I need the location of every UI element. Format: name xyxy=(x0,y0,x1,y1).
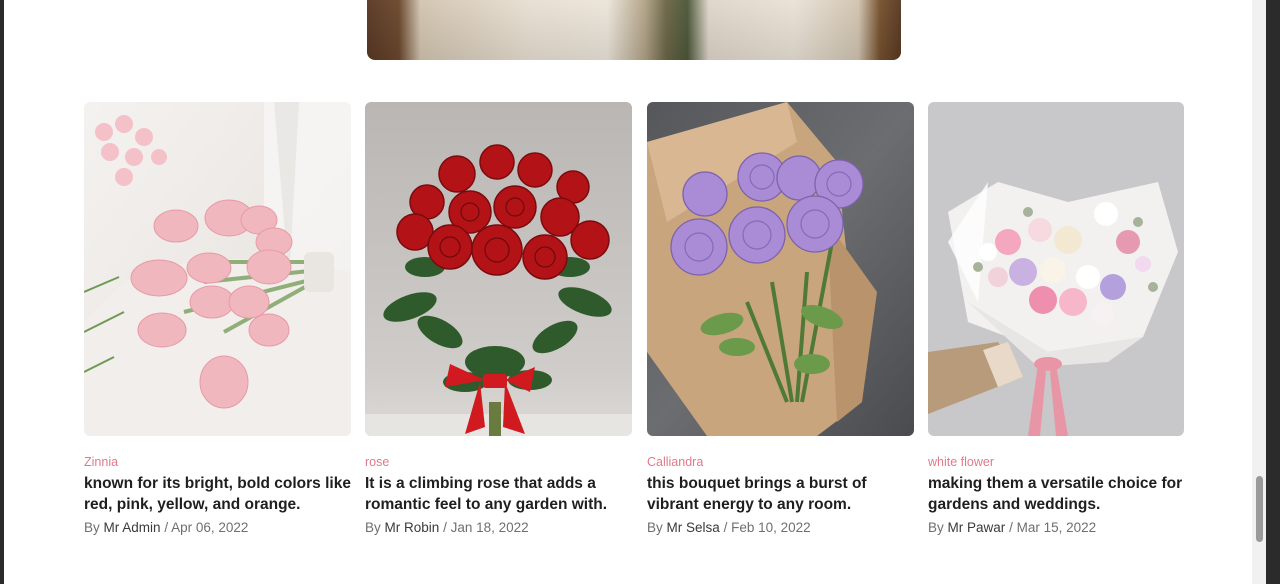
blog-post-card[interactable]: Zinnia known for its bright, bold colors… xyxy=(84,102,351,535)
post-title[interactable]: this bouquet brings a burst of vibrant e… xyxy=(647,473,917,515)
page-viewport: Zinnia known for its bright, bold colors… xyxy=(4,0,1266,584)
post-image-red-roses[interactable] xyxy=(365,102,632,436)
post-title[interactable]: known for its bright, bold colors like r… xyxy=(84,473,354,515)
post-meta: By Mr Pawar / Mar 15, 2022 xyxy=(928,520,1184,535)
post-by-label: By xyxy=(647,520,663,535)
scrollbar-thumb[interactable] xyxy=(1256,476,1263,542)
post-date: Apr 06, 2022 xyxy=(171,520,249,535)
meta-separator: / xyxy=(1009,520,1017,535)
post-meta: By Mr Robin / Jan 18, 2022 xyxy=(365,520,632,535)
post-title[interactable]: making them a versatile choice for garde… xyxy=(928,473,1184,515)
post-author[interactable]: Mr Admin xyxy=(104,520,161,535)
post-image-pink-tulips[interactable] xyxy=(84,102,351,436)
post-date: Mar 15, 2022 xyxy=(1016,520,1097,535)
post-meta: By Mr Admin / Apr 06, 2022 xyxy=(84,520,351,535)
blog-post-card[interactable]: white flower making them a versatile cho… xyxy=(928,102,1184,535)
post-by-label: By xyxy=(365,520,381,535)
post-by-label: By xyxy=(84,520,100,535)
meta-separator: / xyxy=(443,520,451,535)
blog-post-grid: Zinnia known for its bright, bold colors… xyxy=(84,102,1184,542)
post-date: Jan 18, 2022 xyxy=(450,520,529,535)
post-date: Feb 10, 2022 xyxy=(731,520,811,535)
vertical-scrollbar[interactable] xyxy=(1252,0,1266,584)
blog-post-card[interactable]: Calliandra this bouquet brings a burst o… xyxy=(647,102,914,535)
post-image-pastel-bouquet[interactable] xyxy=(928,102,1184,436)
post-category[interactable]: rose xyxy=(365,455,632,469)
featured-post-image[interactable] xyxy=(367,0,901,60)
post-meta: By Mr Selsa / Feb 10, 2022 xyxy=(647,520,914,535)
blog-post-card[interactable]: rose It is a climbing rose that adds a r… xyxy=(365,102,632,535)
post-author[interactable]: Mr Robin xyxy=(385,520,440,535)
post-image-purple-roses[interactable] xyxy=(647,102,914,436)
meta-separator: / xyxy=(723,520,732,535)
post-category[interactable]: Calliandra xyxy=(647,455,914,469)
post-category[interactable]: white flower xyxy=(928,455,1184,469)
post-author[interactable]: Mr Pawar xyxy=(948,520,1006,535)
post-title[interactable]: It is a climbing rose that adds a romant… xyxy=(365,473,635,515)
post-author[interactable]: Mr Selsa xyxy=(667,520,720,535)
post-category[interactable]: Zinnia xyxy=(84,455,351,469)
post-by-label: By xyxy=(928,520,944,535)
